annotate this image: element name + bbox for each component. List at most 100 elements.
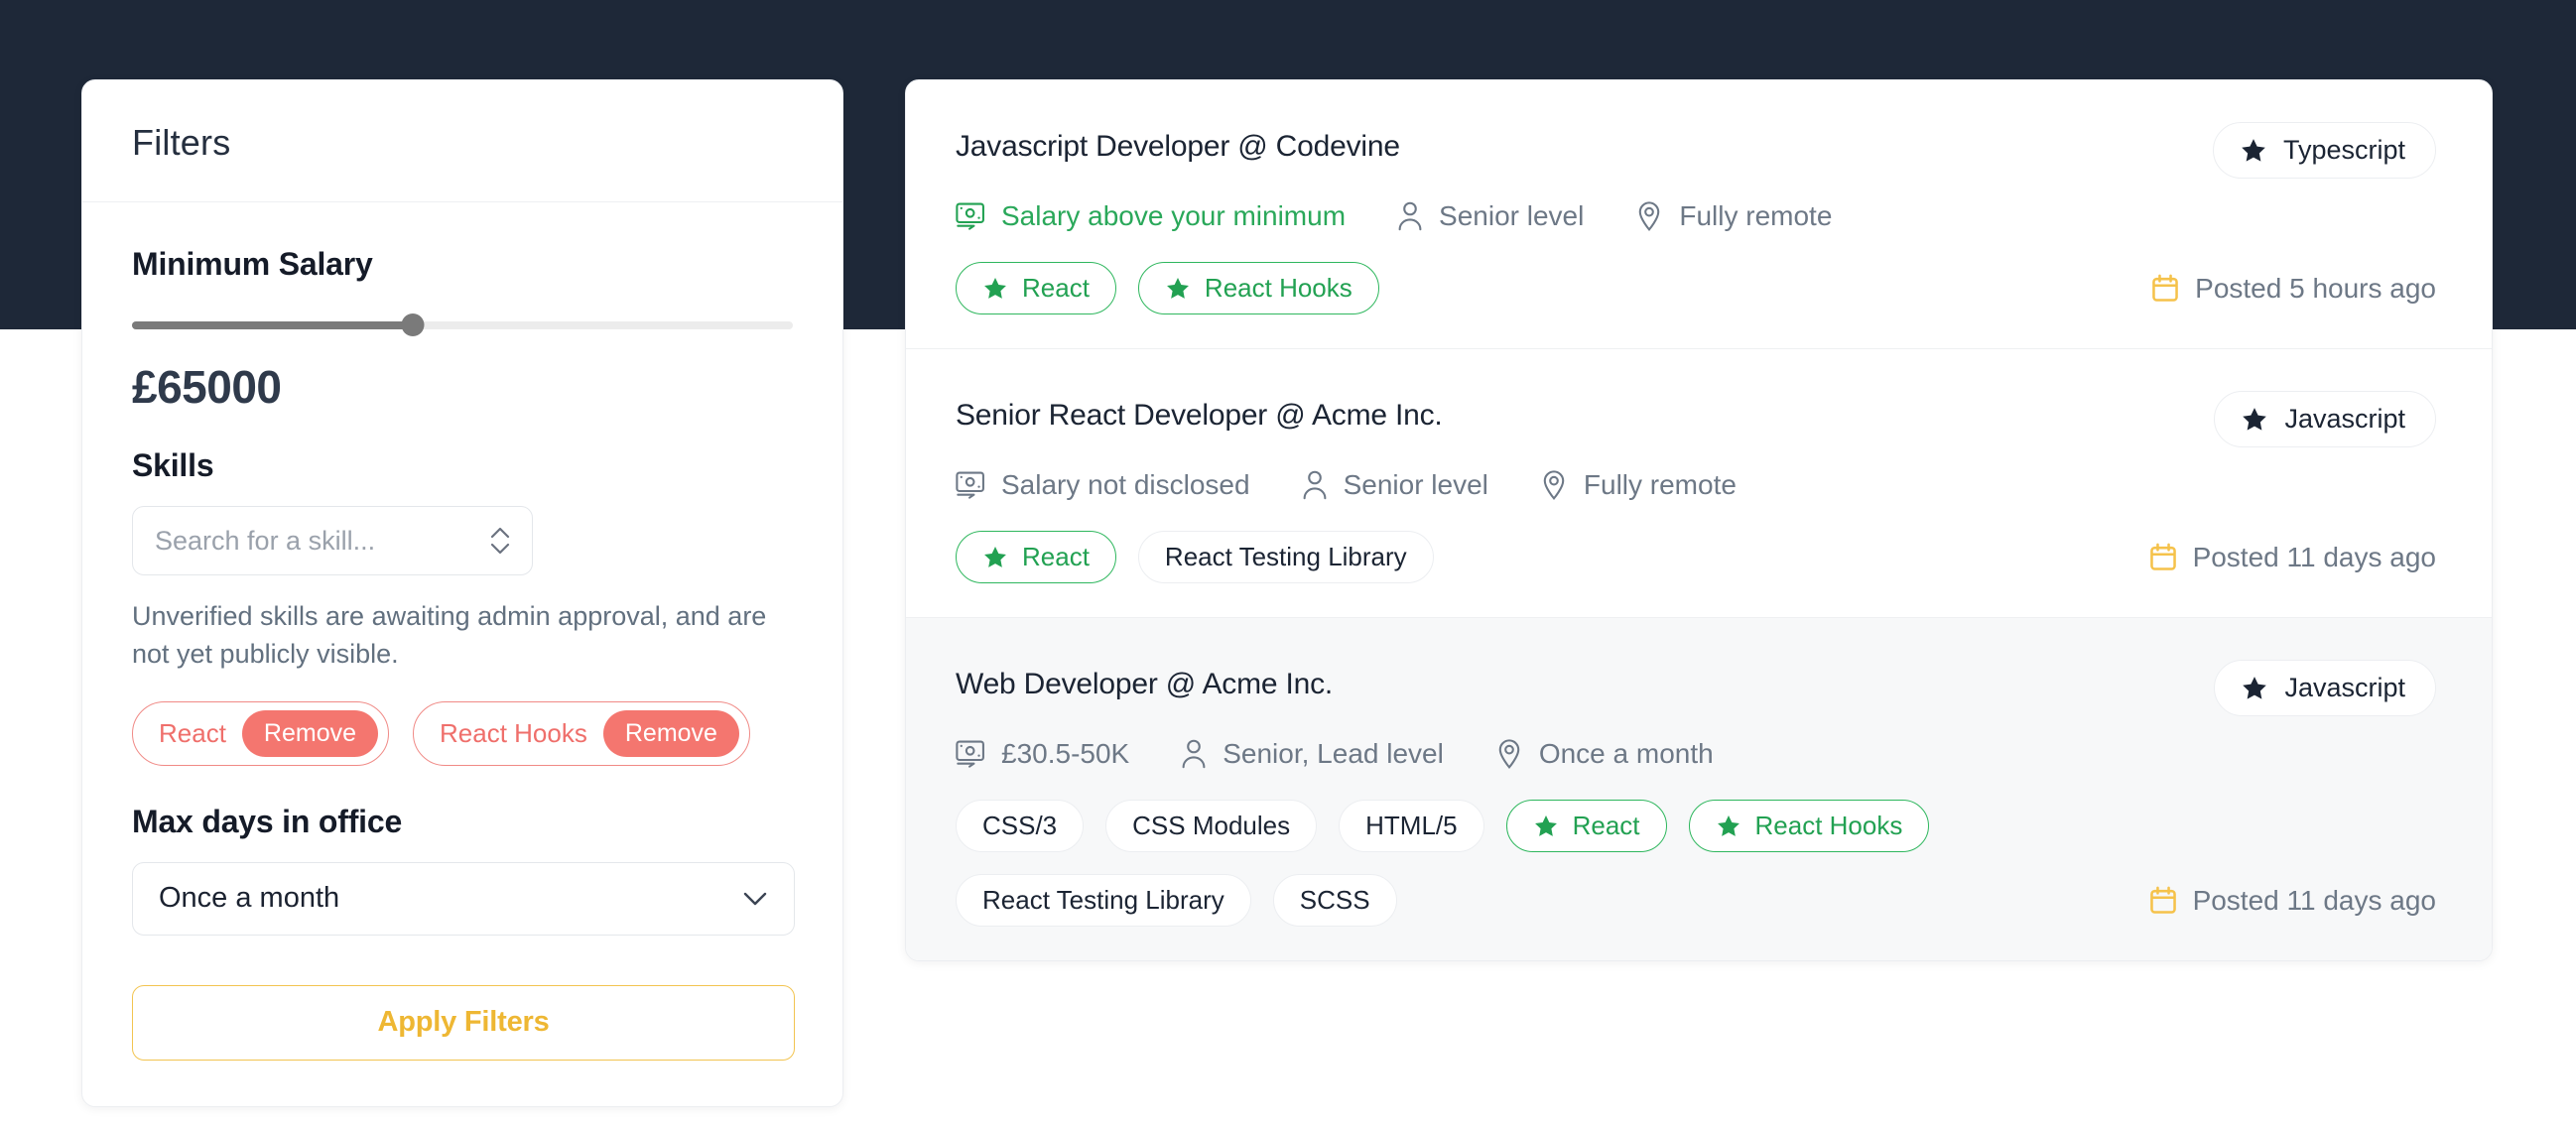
star-icon bbox=[2241, 675, 2268, 702]
job-salary: £30.5-50K bbox=[956, 738, 1129, 770]
job-skill-tag-label: React bbox=[1022, 542, 1090, 571]
minimum-salary-label: Minimum Salary bbox=[132, 246, 373, 282]
job-level-text: Senior, Lead level bbox=[1223, 738, 1444, 769]
job-level: Senior level bbox=[1397, 200, 1584, 232]
job-skill-tag-label: React bbox=[1572, 811, 1640, 840]
calendar-icon bbox=[2151, 274, 2179, 304]
person-icon bbox=[1302, 470, 1328, 500]
job-location: Fully remote bbox=[1540, 469, 1737, 501]
job-salary: Salary above your minimum bbox=[956, 200, 1346, 232]
job-skill-tag-label: React Hooks bbox=[1204, 273, 1352, 303]
job-posted-date-text: Posted 11 days ago bbox=[2192, 884, 2436, 916]
filters-body: Minimum Salary £65000 Skills Search for … bbox=[82, 202, 842, 1106]
job-skill-tag-label: CSS/3 bbox=[982, 811, 1058, 840]
skills-label: Skills bbox=[132, 447, 214, 483]
selected-skill-chip: React Hooks Remove bbox=[413, 700, 750, 766]
job-card[interactable]: Web Developer @ Acme Inc. Javascript £30.5… bbox=[906, 618, 2492, 960]
job-meta-row: Salary above your minimum Senior level Ful… bbox=[956, 200, 2436, 232]
job-salary-text: Salary not disclosed bbox=[1001, 469, 1250, 500]
job-skill-tag: React Hooks bbox=[1137, 262, 1379, 314]
job-location-text: Fully remote bbox=[1583, 469, 1737, 500]
job-skill-tag: SCSS bbox=[1272, 874, 1397, 927]
skill-search-placeholder: Search for a skill... bbox=[155, 525, 376, 556]
selected-skill-name: React Hooks bbox=[440, 717, 587, 748]
job-posted-date-text: Posted 11 days ago bbox=[2192, 541, 2436, 572]
salary-icon bbox=[956, 740, 985, 768]
job-title[interactable]: Javascript Developer @ Codevine bbox=[956, 122, 1400, 164]
job-title[interactable]: Web Developer @ Acme Inc. bbox=[956, 660, 1333, 701]
job-primary-skill-label: Javascript bbox=[2284, 673, 2405, 702]
job-salary: Salary not disclosed bbox=[956, 469, 1250, 501]
job-level: Senior, Lead level bbox=[1181, 738, 1444, 770]
job-skill-tag: React Testing Library bbox=[956, 874, 1251, 927]
chevron-down-icon bbox=[742, 891, 768, 907]
filters-panel: Filters Minimum Salary £65000 Skills Sea… bbox=[81, 79, 843, 1107]
job-level: Senior level bbox=[1302, 469, 1488, 501]
job-skill-tag-label: SCSS bbox=[1299, 885, 1370, 915]
job-salary-text: Salary above your minimum bbox=[1001, 200, 1347, 231]
person-icon bbox=[1181, 739, 1207, 769]
job-posted-date: Posted 5 hours ago bbox=[2151, 273, 2436, 305]
job-card[interactable]: Senior React Developer @ Acme Inc. Javasc… bbox=[906, 349, 2492, 618]
salary-icon bbox=[956, 202, 985, 230]
job-location-text: Once a month bbox=[1538, 738, 1714, 769]
job-skill-tag-label: React Hooks bbox=[1754, 811, 1903, 840]
chevron-updown-icon[interactable] bbox=[490, 526, 510, 556]
job-skill-tag-label: React bbox=[1022, 273, 1090, 303]
selected-skill-chip: React Remove bbox=[132, 700, 390, 766]
job-level-text: Senior level bbox=[1343, 469, 1488, 500]
star-icon bbox=[982, 545, 1008, 570]
job-skill-tag: React Hooks bbox=[1688, 800, 1930, 852]
calendar-icon bbox=[2149, 543, 2177, 572]
job-skill-tag-label: HTML/5 bbox=[1365, 811, 1458, 840]
salary-icon bbox=[956, 471, 985, 499]
calendar-icon bbox=[2149, 886, 2177, 916]
job-location-text: Fully remote bbox=[1679, 200, 1833, 231]
slider-thumb[interactable] bbox=[401, 313, 425, 336]
job-salary-text: £30.5-50K bbox=[1001, 738, 1130, 769]
minimum-salary-slider[interactable] bbox=[132, 313, 793, 336]
max-days-in-office-select[interactable]: Once a month bbox=[132, 861, 795, 936]
max-days-in-office-value: Once a month bbox=[159, 882, 340, 915]
job-title[interactable]: Senior React Developer @ Acme Inc. bbox=[956, 391, 1443, 433]
job-primary-skill-badge: Javascript bbox=[2214, 660, 2436, 716]
job-card-header: Javascript Developer @ Codevine Typescrip… bbox=[956, 122, 2436, 179]
job-level-text: Senior level bbox=[1439, 200, 1585, 231]
skills-hint: Unverified skills are awaiting admin app… bbox=[132, 601, 767, 670]
location-pin-icon bbox=[1635, 201, 1663, 231]
job-card-header: Web Developer @ Acme Inc. Javascript bbox=[956, 660, 2436, 716]
job-meta-row: £30.5-50K Senior, Lead level Once a month bbox=[956, 738, 2436, 770]
job-posted-date: Posted 11 days ago bbox=[2149, 542, 2436, 573]
apply-filters-button[interactable]: Apply Filters bbox=[132, 984, 795, 1061]
job-skill-tag: CSS/3 bbox=[956, 800, 1085, 852]
job-location: Fully remote bbox=[1635, 200, 1832, 232]
job-skill-tag-label: CSS Modules bbox=[1132, 811, 1291, 840]
job-card[interactable]: Javascript Developer @ Codevine Typescrip… bbox=[906, 80, 2492, 349]
page-root: Filters Minimum Salary £65000 Skills Sea… bbox=[0, 0, 2576, 1127]
star-icon bbox=[1165, 276, 1191, 302]
job-skill-tag: React bbox=[956, 531, 1116, 583]
minimum-salary-value: £65000 bbox=[132, 361, 282, 413]
star-icon bbox=[1533, 814, 1559, 839]
job-primary-skill-badge: Javascript bbox=[2214, 391, 2436, 447]
star-icon bbox=[982, 276, 1008, 302]
selected-skills-list: React Remove React Hooks Remove bbox=[132, 700, 793, 766]
star-icon bbox=[2241, 406, 2268, 434]
job-primary-skill-label: Typescript bbox=[2282, 135, 2405, 165]
job-tag-row: React React Testing Library bbox=[956, 531, 2126, 583]
selected-skill-name: React bbox=[159, 717, 226, 748]
filters-header: Filters bbox=[82, 80, 842, 202]
remove-skill-button[interactable]: Remove bbox=[602, 709, 739, 757]
job-posted-date: Posted 11 days ago bbox=[2149, 885, 2436, 917]
job-tag-row: React React Hooks bbox=[956, 262, 2126, 314]
job-skill-tag: CSS Modules bbox=[1105, 800, 1318, 852]
job-results-panel: Javascript Developer @ Codevine Typescrip… bbox=[905, 79, 2493, 961]
job-card-header: Senior React Developer @ Acme Inc. Javasc… bbox=[956, 391, 2436, 447]
skill-search-input[interactable]: Search for a skill... bbox=[132, 506, 533, 575]
job-skill-tag-label: React Testing Library bbox=[1164, 542, 1407, 571]
max-days-in-office-label: Max days in office bbox=[132, 803, 403, 839]
remove-skill-button[interactable]: Remove bbox=[241, 709, 379, 757]
job-meta-row: Salary not disclosed Senior level Fully re… bbox=[956, 469, 2436, 501]
job-location: Once a month bbox=[1495, 738, 1714, 770]
person-icon bbox=[1397, 201, 1423, 231]
